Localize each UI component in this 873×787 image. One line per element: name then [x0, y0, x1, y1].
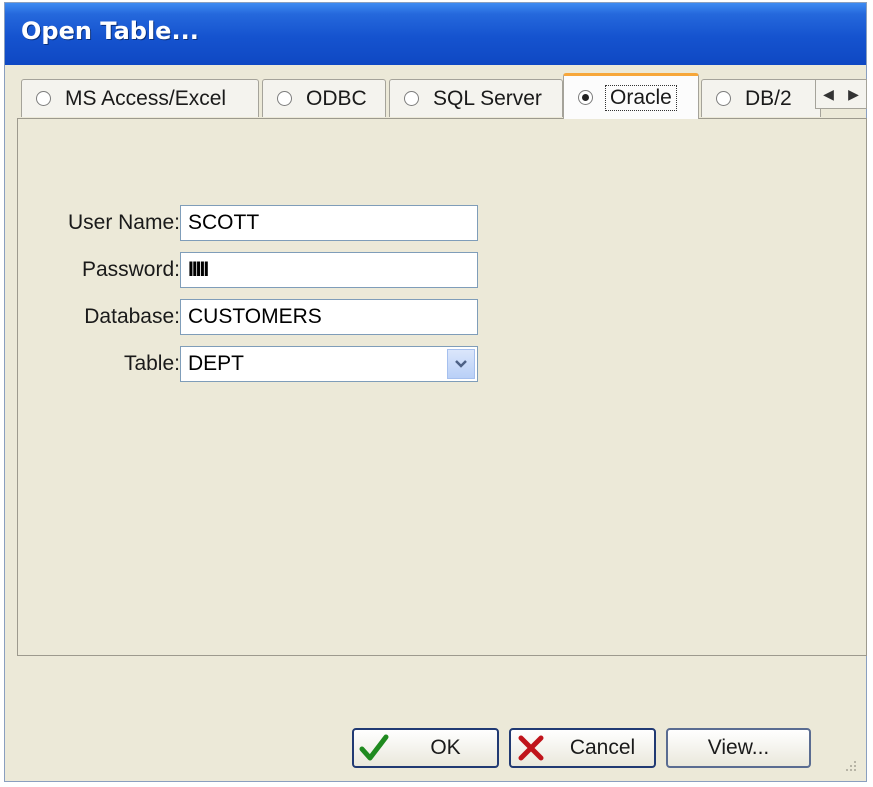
- open-table-dialog: Open Table... MS Access/Excel ODBC SQL S…: [4, 2, 867, 782]
- cancel-label: Cancel: [569, 736, 636, 759]
- oracle-connection-panel: User Name: SCOTT Password: IIIII Databas…: [17, 118, 867, 656]
- database-label: Database:: [84, 305, 180, 328]
- tab-scroll-buttons: ◀ ▶: [815, 79, 867, 109]
- ok-button[interactable]: OK: [352, 728, 499, 768]
- tab-label: DB/2: [745, 86, 792, 110]
- tab-label: Oracle: [605, 84, 677, 111]
- tab-odbc[interactable]: ODBC: [262, 79, 386, 117]
- user-name-row: User Name: SCOTT: [18, 205, 498, 243]
- tab-strip: MS Access/Excel ODBC SQL Server Oracle D…: [17, 73, 867, 119]
- user-name-input[interactable]: SCOTT: [180, 205, 478, 241]
- radio-icon: [36, 91, 51, 106]
- table-label: Table:: [123, 352, 180, 375]
- resize-grip-icon[interactable]: [842, 759, 858, 775]
- tab-db2[interactable]: DB/2: [701, 79, 821, 117]
- title-bar[interactable]: Open Table...: [5, 3, 866, 65]
- checkmark-icon: [354, 734, 394, 762]
- ok-label: OK: [430, 736, 461, 759]
- radio-selected-icon: [578, 90, 593, 105]
- password-row: Password: IIIII: [18, 252, 498, 290]
- view-button[interactable]: View...: [666, 728, 811, 768]
- x-icon: [511, 734, 551, 762]
- arrow-left-icon[interactable]: ◀: [823, 86, 834, 103]
- tab-label: SQL Server: [433, 86, 542, 110]
- database-input[interactable]: CUSTOMERS: [180, 299, 478, 335]
- arrow-right-icon[interactable]: ▶: [848, 86, 859, 103]
- database-row: Database: CUSTOMERS: [18, 299, 498, 337]
- password-input[interactable]: IIIII: [180, 252, 478, 288]
- chevron-down-icon[interactable]: [447, 349, 475, 379]
- tab-label: MS Access/Excel: [65, 86, 227, 110]
- table-select[interactable]: DEPT: [180, 346, 478, 382]
- tab-label: ODBC: [306, 86, 367, 110]
- tab-ms-access-excel[interactable]: MS Access/Excel: [21, 79, 259, 117]
- table-row: Table: DEPT: [18, 346, 498, 384]
- tab-oracle[interactable]: Oracle: [563, 73, 699, 119]
- table-select-value: DEPT: [188, 352, 245, 375]
- view-label: View...: [707, 736, 770, 759]
- user-name-label: User Name:: [67, 211, 180, 234]
- window-title: Open Table...: [21, 17, 199, 45]
- password-label: Password:: [81, 258, 180, 281]
- tab-sql-server[interactable]: SQL Server: [389, 79, 563, 117]
- radio-icon: [277, 91, 292, 106]
- radio-icon: [716, 91, 731, 106]
- radio-icon: [404, 91, 419, 106]
- cancel-button[interactable]: Cancel: [509, 728, 656, 768]
